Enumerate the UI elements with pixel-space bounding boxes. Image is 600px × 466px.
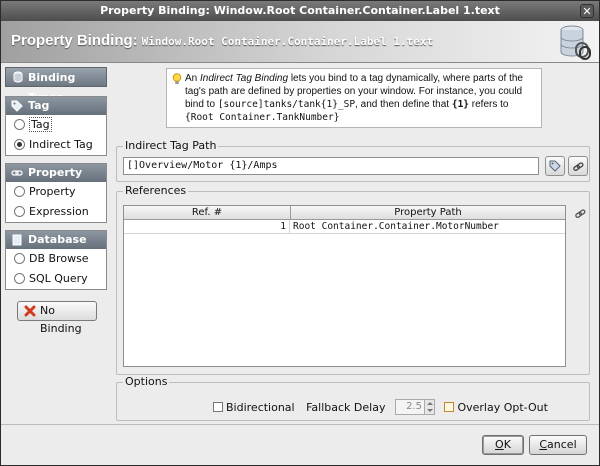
radio-expression[interactable]: Expression [6,202,106,222]
edit-link-icon[interactable] [574,207,586,219]
overlay-opt-out-checkbox[interactable]: Overlay Opt-Out [444,401,548,414]
radio-property-button[interactable] [14,186,25,197]
row-property-path: Root Container.Container.MotorNumber [293,221,499,232]
info-text-3: , and then define that [355,99,452,110]
radio-db-browse[interactable]: DB Browse [6,249,106,269]
binding-types-header: Binding Types [5,67,107,104]
dialog-footer: OK Cancel [1,424,599,465]
radio-sql-query[interactable]: SQL Query [6,269,106,289]
spinner-arrows-icon[interactable] [423,400,434,414]
info-code-2: {1} [451,99,470,110]
info-code-3: {Root Container.TankNumber} [185,112,340,123]
radio-tag-label: Tag [29,117,52,132]
options-legend: Options [123,375,170,388]
radio-expression-button[interactable] [14,206,25,217]
radio-expression-label: Expression [29,205,89,218]
close-button[interactable]: ✕ [580,4,594,18]
bidirectional-checkbox-box[interactable] [213,402,223,412]
property-link-icon [11,170,23,176]
indirect-tag-path-input[interactable]: []Overview/Motor {1}/Amps [123,157,539,175]
property-group-title: Property [28,166,83,179]
tag-icon [11,100,23,112]
references-table[interactable]: Ref. # Property Path 1 Root Container.Co… [123,205,566,367]
ok-button[interactable]: OK [482,435,524,455]
ok-label: K [503,438,511,451]
cancel-button[interactable]: Cancel [529,435,587,455]
cancel-label: ancel [547,438,577,451]
property-binding-dialog: Property Binding: Window.Root Container.… [0,0,600,466]
fallback-delay-label: Fallback Delay [306,401,386,414]
lightbulb-icon [172,73,182,84]
title-bar[interactable]: Property Binding: Window.Root Container.… [1,1,599,21]
fallback-delay-spinner[interactable]: 2.5 [394,399,435,415]
radio-property[interactable]: Property [6,182,106,202]
tag-group-title: Tag [28,99,50,112]
cancel-mnemonic: C [539,438,548,451]
binding-types-panel: Binding Types Tag Tag Indirect Tag Prope… [1,64,111,424]
info-term: Indirect Tag Binding [200,73,289,84]
row-ref-number: 1 [124,220,290,234]
table-row[interactable]: 1 Root Container.Container.MotorNumber [124,220,565,234]
database-link-icon [560,25,591,60]
radio-sql-query-button[interactable] [14,273,25,284]
column-header-ref[interactable]: Ref. # [124,206,291,220]
property-group: Property Property Expression [5,163,107,223]
references-section: References Ref. # Property Path 1 Root C… [116,184,590,375]
info-box: An Indirect Tag Binding lets you bind to… [166,68,542,128]
bidirectional-checkbox[interactable]: Bidirectional [213,401,295,414]
tag-group-header: Tag [6,97,106,115]
options-section: Options Bidirectional Fallback Delay 2.5… [116,375,590,421]
red-x-icon [24,305,36,317]
property-group-header: Property [6,164,106,182]
tag-browse-icon [549,160,561,172]
database-icon [12,234,22,246]
info-text-1: An [185,73,201,84]
radio-db-browse-label: DB Browse [29,252,89,265]
close-icon: ✕ [582,5,592,18]
radio-indirect-tag-button[interactable] [14,139,25,150]
fallback-delay-value: 2.5 [406,401,422,412]
indirect-tag-path-legend: Indirect Tag Path [123,139,219,152]
indirect-tag-path-section: Indirect Tag Path []Overview/Motor {1}/A… [116,139,590,182]
no-binding-label: No Binding [40,304,82,335]
info-text-4: refers to [469,99,509,110]
options-row: Bidirectional Fallback Delay 2.5 Overlay… [213,399,548,415]
database-group-title: Database [28,233,87,246]
info-code-1: [source]tanks/tank{1}_SP [217,99,356,110]
radio-tag-button[interactable] [14,119,25,130]
database-group-header: Database [6,231,106,249]
tag-browse-button[interactable] [545,156,565,176]
column-header-property-path[interactable]: Property Path [291,206,565,220]
radio-indirect-tag[interactable]: Indirect Tag [6,135,106,155]
dialog-header: Property Binding: Window.Root Container.C… [1,21,599,63]
window-title: Property Binding: Window.Root Container.… [100,4,500,17]
radio-sql-query-label: SQL Query [29,272,88,285]
ok-mnemonic: O [495,438,504,451]
header-title: Property Binding: Window.Root Container.C… [11,32,433,49]
references-legend: References [123,184,189,197]
bidirectional-label: Bidirectional [226,401,295,414]
no-binding-button[interactable]: No Binding [17,301,97,335]
radio-db-browse-button[interactable] [14,253,25,264]
header-path: Window.Root Container.Container.Label 1.… [141,35,434,48]
binding-types-icon [13,71,23,83]
main-panel: An Indirect Tag Binding lets you bind to… [111,64,599,424]
radio-tag[interactable]: Tag [6,115,106,135]
database-group: Database DB Browse SQL Query [5,230,107,290]
references-table-header: Ref. # Property Path [124,206,565,220]
header-title-label: Property Binding: [11,32,138,49]
chain-link-icon [573,162,584,172]
tag-group: Tag Tag Indirect Tag [5,96,107,156]
radio-indirect-tag-label: Indirect Tag [29,138,93,151]
radio-property-label: Property [29,185,76,198]
overlay-opt-out-checkbox-box[interactable] [444,402,455,412]
overlay-opt-out-label: Overlay Opt-Out [457,401,548,414]
insert-property-button[interactable] [568,156,588,176]
